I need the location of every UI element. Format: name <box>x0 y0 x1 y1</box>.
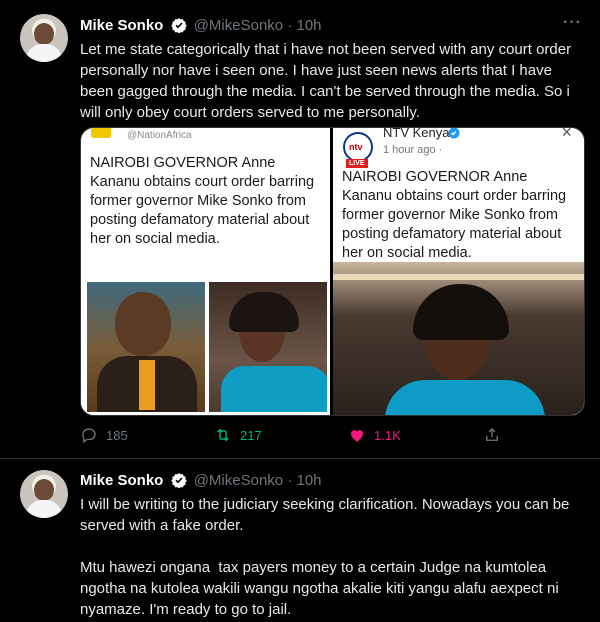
reply-button[interactable]: 185 <box>80 426 128 444</box>
verified-badge-icon <box>448 128 460 139</box>
like-icon <box>351 430 363 442</box>
reply-icon <box>82 428 96 444</box>
headline-right: NAIROBI GOVERNOR Anne Kananu obtains cou… <box>342 169 567 261</box>
close-icon[interactable]: × <box>561 128 572 143</box>
handle[interactable]: @MikeSonko <box>194 17 283 34</box>
channel-name: NTV Kenya <box>383 128 450 140</box>
media-image-ntv[interactable]: ntv LIVE NTV Kenya × 1 hour ago · NAIROB… <box>333 128 584 415</box>
share-icon <box>486 428 498 441</box>
separator: · <box>287 17 293 34</box>
tweet-text: Let me state categorically that i have n… <box>80 41 576 121</box>
retweet-button[interactable]: 217 <box>214 426 262 444</box>
more-icon[interactable]: ··· <box>563 14 582 32</box>
timestamp[interactable]: 10h <box>296 472 321 489</box>
tweet-actions: 185 217 1.1K <box>80 426 585 448</box>
retweet-icon <box>217 428 229 442</box>
sonko-photo <box>87 282 205 412</box>
live-badge: LIVE <box>346 159 368 168</box>
headline-left: NAIROBI GOVERNOR Anne Kananu obtains cou… <box>90 155 315 247</box>
tweet-media[interactable]: @NationAfrica NAIROBI GOVERNOR Anne Kana… <box>80 127 585 416</box>
source-handle: @NationAfrica <box>127 130 192 141</box>
like-button[interactable]: 1.1K <box>348 426 401 444</box>
tweet-header: Mike Sonko @MikeSonko · 10h <box>80 472 322 489</box>
tweet-text: I will be writing to the judiciary seeki… <box>80 496 570 618</box>
display-name[interactable]: Mike Sonko <box>80 17 163 34</box>
verified-badge-icon <box>170 473 187 488</box>
kananu-photo-right <box>333 262 584 415</box>
handle[interactable]: @MikeSonko <box>194 472 283 489</box>
nation-logo-icon <box>91 128 111 138</box>
separator: · <box>287 472 293 489</box>
display-name[interactable]: Mike Sonko <box>80 472 163 489</box>
tweet-header: Mike Sonko @MikeSonko · 10h <box>80 17 322 34</box>
share-button[interactable] <box>483 426 501 444</box>
tweet-1[interactable]: Mike Sonko @MikeSonko · 10h ··· Let me s… <box>0 0 600 458</box>
post-time: 1 hour ago · <box>383 144 443 156</box>
tweet-2[interactable]: Mike Sonko @MikeSonko · 10h I will be wr… <box>0 459 600 622</box>
media-image-nation[interactable]: @NationAfrica NAIROBI GOVERNOR Anne Kana… <box>81 128 330 415</box>
like-count: 1.1K <box>374 427 401 443</box>
reply-count: 185 <box>106 427 128 443</box>
avatar[interactable] <box>20 470 68 518</box>
avatar[interactable] <box>20 14 68 62</box>
ntv-logo-icon: ntv <box>343 132 373 162</box>
retweet-count: 217 <box>240 427 262 443</box>
kananu-photo-left <box>209 282 327 412</box>
verified-badge-icon <box>170 18 187 33</box>
timestamp[interactable]: 10h <box>296 17 321 34</box>
